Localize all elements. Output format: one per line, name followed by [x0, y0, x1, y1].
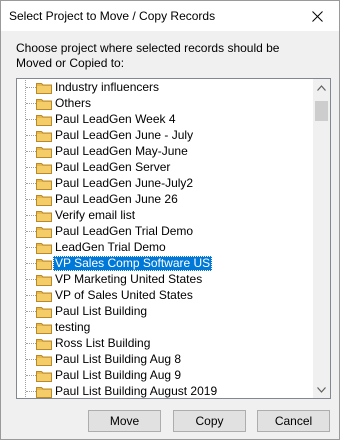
tree-item[interactable]: Paul LeadGen June - July: [17, 127, 314, 143]
scroll-thumb[interactable]: [315, 101, 328, 121]
folder-icon: [36, 339, 52, 350]
tree-item[interactable]: testing: [17, 319, 314, 335]
tree-item-label: Paul LeadGen Trial Demo: [55, 224, 194, 238]
tree-item[interactable]: Paul LeadGen Week 4: [17, 111, 314, 127]
tree-item-label: Industry influencers: [55, 80, 160, 94]
folder-icon: [36, 147, 52, 158]
tree-connector: [26, 311, 36, 312]
tree-connector: [26, 183, 36, 184]
tree-item[interactable]: Paul LeadGen Trial Demo: [17, 223, 314, 239]
instructions-text: Choose project where selected records sh…: [16, 41, 280, 70]
tree-connector: [26, 103, 36, 104]
folder-icon: [36, 243, 52, 254]
tree-connector: [26, 279, 36, 280]
folder-icon: [36, 291, 52, 302]
chevron-down-icon: [317, 386, 326, 393]
tree-item-label: VP of Sales United States: [55, 288, 193, 302]
folder-icon: [36, 275, 52, 286]
tree-item-label: Paul LeadGen May-June: [55, 144, 188, 158]
tree-item[interactable]: Paul List Building August 2019: [17, 383, 314, 398]
tree-connector: [26, 215, 36, 216]
folder-icon: [36, 179, 52, 190]
move-button[interactable]: Move: [88, 410, 161, 432]
move-copy-dialog: Select Project to Move / Copy Records Ch…: [0, 0, 340, 440]
scroll-down-button[interactable]: [313, 381, 330, 398]
tree-item-label: Ross List Building: [55, 336, 151, 350]
tree-item[interactable]: Verify email list: [17, 207, 314, 223]
project-tree-list: Industry influencers Others Paul LeadGen W…: [17, 79, 314, 398]
tree-connector: [26, 263, 36, 264]
folder-icon: [36, 371, 52, 382]
tree-connector: [26, 87, 36, 88]
tree-item-label: VP Sales Comp Software US: [53, 256, 213, 271]
tree-item[interactable]: Paul LeadGen June-July2: [17, 175, 314, 191]
tree-item-label: testing: [55, 320, 91, 334]
tree-item-label: Paul List Building Aug 8: [55, 352, 182, 366]
tree-connector: [26, 375, 36, 376]
tree-item-label: Paul List Building: [55, 304, 148, 318]
tree-item[interactable]: VP of Sales United States: [17, 287, 314, 303]
tree-item-label: Others: [55, 96, 92, 110]
folder-icon: [36, 163, 52, 174]
tree-connector: [26, 199, 36, 200]
tree-item-label: LeadGen Trial Demo: [55, 240, 166, 254]
tree-item[interactable]: Paul LeadGen May-June: [17, 143, 314, 159]
tree-item-label: Paul List Building Aug 9: [55, 368, 182, 382]
folder-icon: [36, 307, 52, 318]
tree-item-label: Paul LeadGen Week 4: [55, 112, 176, 126]
tree-connector: [26, 295, 36, 296]
dialog-title: Select Project to Move / Copy Records: [9, 9, 216, 23]
folder-icon: [36, 195, 52, 206]
folder-icon: [36, 131, 52, 142]
tree-item[interactable]: Paul List Building Aug 8: [17, 351, 314, 367]
tree-item[interactable]: Paul LeadGen Server: [17, 159, 314, 175]
folder-icon: [36, 83, 52, 94]
folder-icon: [36, 323, 52, 334]
tree-item[interactable]: Industry influencers: [17, 79, 314, 95]
tree-item-label: Paul LeadGen Server: [55, 160, 171, 174]
folder-icon: [36, 227, 52, 238]
folder-icon: [36, 355, 52, 366]
tree-item[interactable]: VP Sales Comp Software US: [17, 255, 314, 271]
title-bar: Select Project to Move / Copy Records: [1, 1, 339, 31]
tree-connector: [26, 359, 36, 360]
scroll-up-button[interactable]: [313, 79, 330, 96]
tree-item-label: Paul List Building August 2019: [55, 384, 218, 398]
close-icon: [311, 10, 323, 22]
tree-connector: [26, 135, 36, 136]
copy-button[interactable]: Copy: [173, 410, 246, 432]
tree-connector: [26, 343, 36, 344]
tree-item-label: Paul LeadGen June-July2: [55, 176, 194, 190]
tree-item-label: Paul LeadGen June 26: [55, 192, 178, 206]
folder-icon: [36, 259, 52, 270]
tree-connector: [26, 119, 36, 120]
tree-item[interactable]: LeadGen Trial Demo: [17, 239, 314, 255]
tree-item-label: Paul LeadGen June - July: [55, 128, 194, 142]
tree-item-label: Verify email list: [55, 208, 136, 222]
close-button[interactable]: [295, 1, 339, 31]
tree-connector: [26, 151, 36, 152]
folder-icon: [36, 211, 52, 222]
folder-icon: [36, 115, 52, 126]
vertical-scrollbar[interactable]: [313, 79, 330, 398]
tree-item[interactable]: Paul List Building: [17, 303, 314, 319]
tree-item[interactable]: Paul List Building Aug 9: [17, 367, 314, 383]
folder-icon: [36, 99, 52, 110]
tree-connector: [26, 231, 36, 232]
tree-item[interactable]: Ross List Building: [17, 335, 314, 351]
chevron-up-icon: [317, 84, 326, 91]
tree-item-label: VP Marketing United States: [55, 272, 203, 286]
project-tree[interactable]: Industry influencers Others Paul LeadGen W…: [16, 78, 331, 399]
tree-connector: [26, 391, 36, 392]
tree-connector: [26, 167, 36, 168]
folder-icon: [36, 387, 52, 398]
cancel-button[interactable]: Cancel: [257, 410, 330, 432]
tree-connector: [26, 247, 36, 248]
tree-item[interactable]: Others: [17, 95, 314, 111]
tree-item[interactable]: Paul LeadGen June 26: [17, 191, 314, 207]
tree-item[interactable]: VP Marketing United States: [17, 271, 314, 287]
tree-connector: [26, 327, 36, 328]
